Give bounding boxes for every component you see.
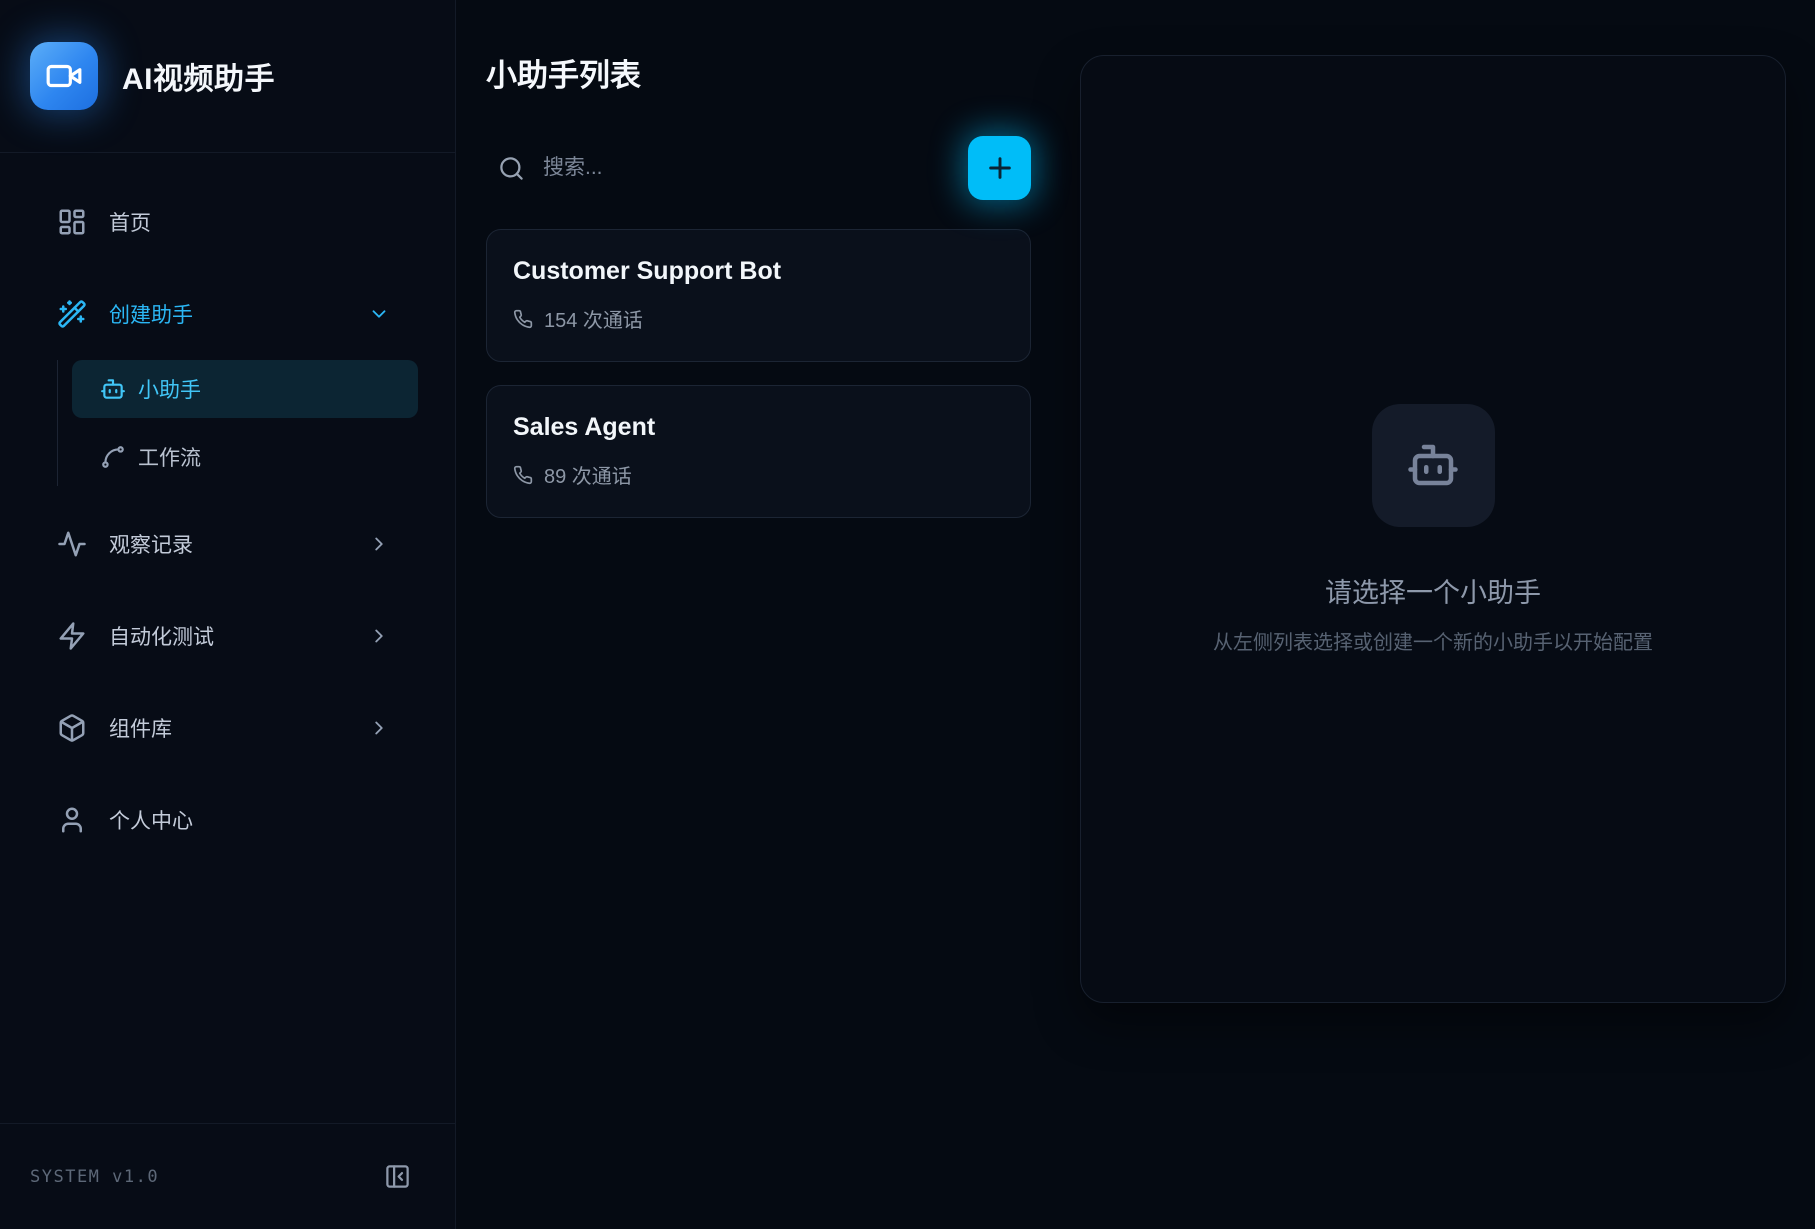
workflow-icon [100,444,126,470]
page-title: 小助手列表 [486,50,1031,95]
sidebar-subitem-assistant[interactable]: 小助手 [72,360,418,418]
add-assistant-button[interactable] [968,136,1031,200]
search-input[interactable] [543,156,968,180]
box-icon [57,713,87,743]
empty-state-title: 请选择一个小助手 [1325,571,1541,610]
sidebar-item-label: 自动化测试 [109,621,214,651]
main-content: 小助手列表 Customer Support Bot [456,0,1815,1229]
sidebar-item-profile[interactable]: 个人中心 [24,792,431,848]
sidebar-item-home[interactable]: 首页 [24,194,431,250]
assistant-meta: 89 次通话 [513,460,1004,489]
sidebar-nav: 首页 创建助手 小助手 [0,153,455,1123]
sidebar-item-autotest[interactable]: 自动化测试 [24,608,431,664]
sidebar-item-label: 观察记录 [109,529,193,559]
panel-collapse-icon[interactable] [384,1163,411,1190]
empty-state-subtitle: 从左侧列表选择或创建一个新的小助手以开始配置 [1213,626,1653,655]
bot-icon [1406,438,1460,492]
chevron-right-icon [368,625,390,647]
sidebar: AI视频助手 首页 创建助手 [0,0,456,1229]
chevron-right-icon [368,533,390,555]
sidebar-footer: SYSTEM v1.0 [0,1123,455,1229]
assistant-card[interactable]: Sales Agent 89 次通话 [486,385,1031,518]
assistant-card[interactable]: Customer Support Bot 154 次通话 [486,229,1031,362]
phone-icon [513,309,533,329]
app-title: AI视频助手 [122,54,275,98]
search-row [486,135,1031,201]
assistant-detail-panel: 请选择一个小助手 从左侧列表选择或创建一个新的小助手以开始配置 [1080,55,1786,1003]
sidebar-item-create-assistant[interactable]: 创建助手 [24,286,431,342]
assistant-call-count: 154 次通话 [544,304,643,333]
user-icon [57,805,87,835]
zap-icon [57,621,87,651]
assistant-call-count: 89 次通话 [544,460,632,489]
system-version: SYSTEM v1.0 [30,1167,159,1187]
video-camera-icon [45,57,83,95]
sidebar-subitem-workflow[interactable]: 工作流 [72,428,418,486]
assistant-meta: 154 次通话 [513,304,1004,333]
dashboard-icon [57,207,87,237]
assistant-name: Sales Agent [513,413,1004,442]
app-logo [30,42,98,110]
plus-icon [984,152,1016,184]
sidebar-item-label: 创建助手 [109,299,193,329]
search-icon [498,155,525,182]
sidebar-item-label: 首页 [109,207,151,237]
sidebar-item-label: 组件库 [109,713,172,743]
assistant-name: Customer Support Bot [513,257,1004,286]
sidebar-subitem-label: 小助手 [138,374,201,404]
sidebar-header: AI视频助手 [0,0,455,153]
assistant-list-panel: 小助手列表 Customer Support Bot [456,0,1031,1229]
sidebar-item-components[interactable]: 组件库 [24,700,431,756]
sidebar-item-records[interactable]: 观察记录 [24,516,431,572]
sidebar-subitem-label: 工作流 [138,442,201,472]
chevron-right-icon [368,717,390,739]
sidebar-item-label: 个人中心 [109,805,193,835]
empty-state-icon-container [1372,404,1495,527]
bot-icon [100,376,126,402]
wand-sparkles-icon [57,299,87,329]
phone-icon [513,465,533,485]
chevron-down-icon [368,303,390,325]
activity-icon [57,529,87,559]
create-assistant-submenu: 小助手 工作流 [57,360,418,486]
